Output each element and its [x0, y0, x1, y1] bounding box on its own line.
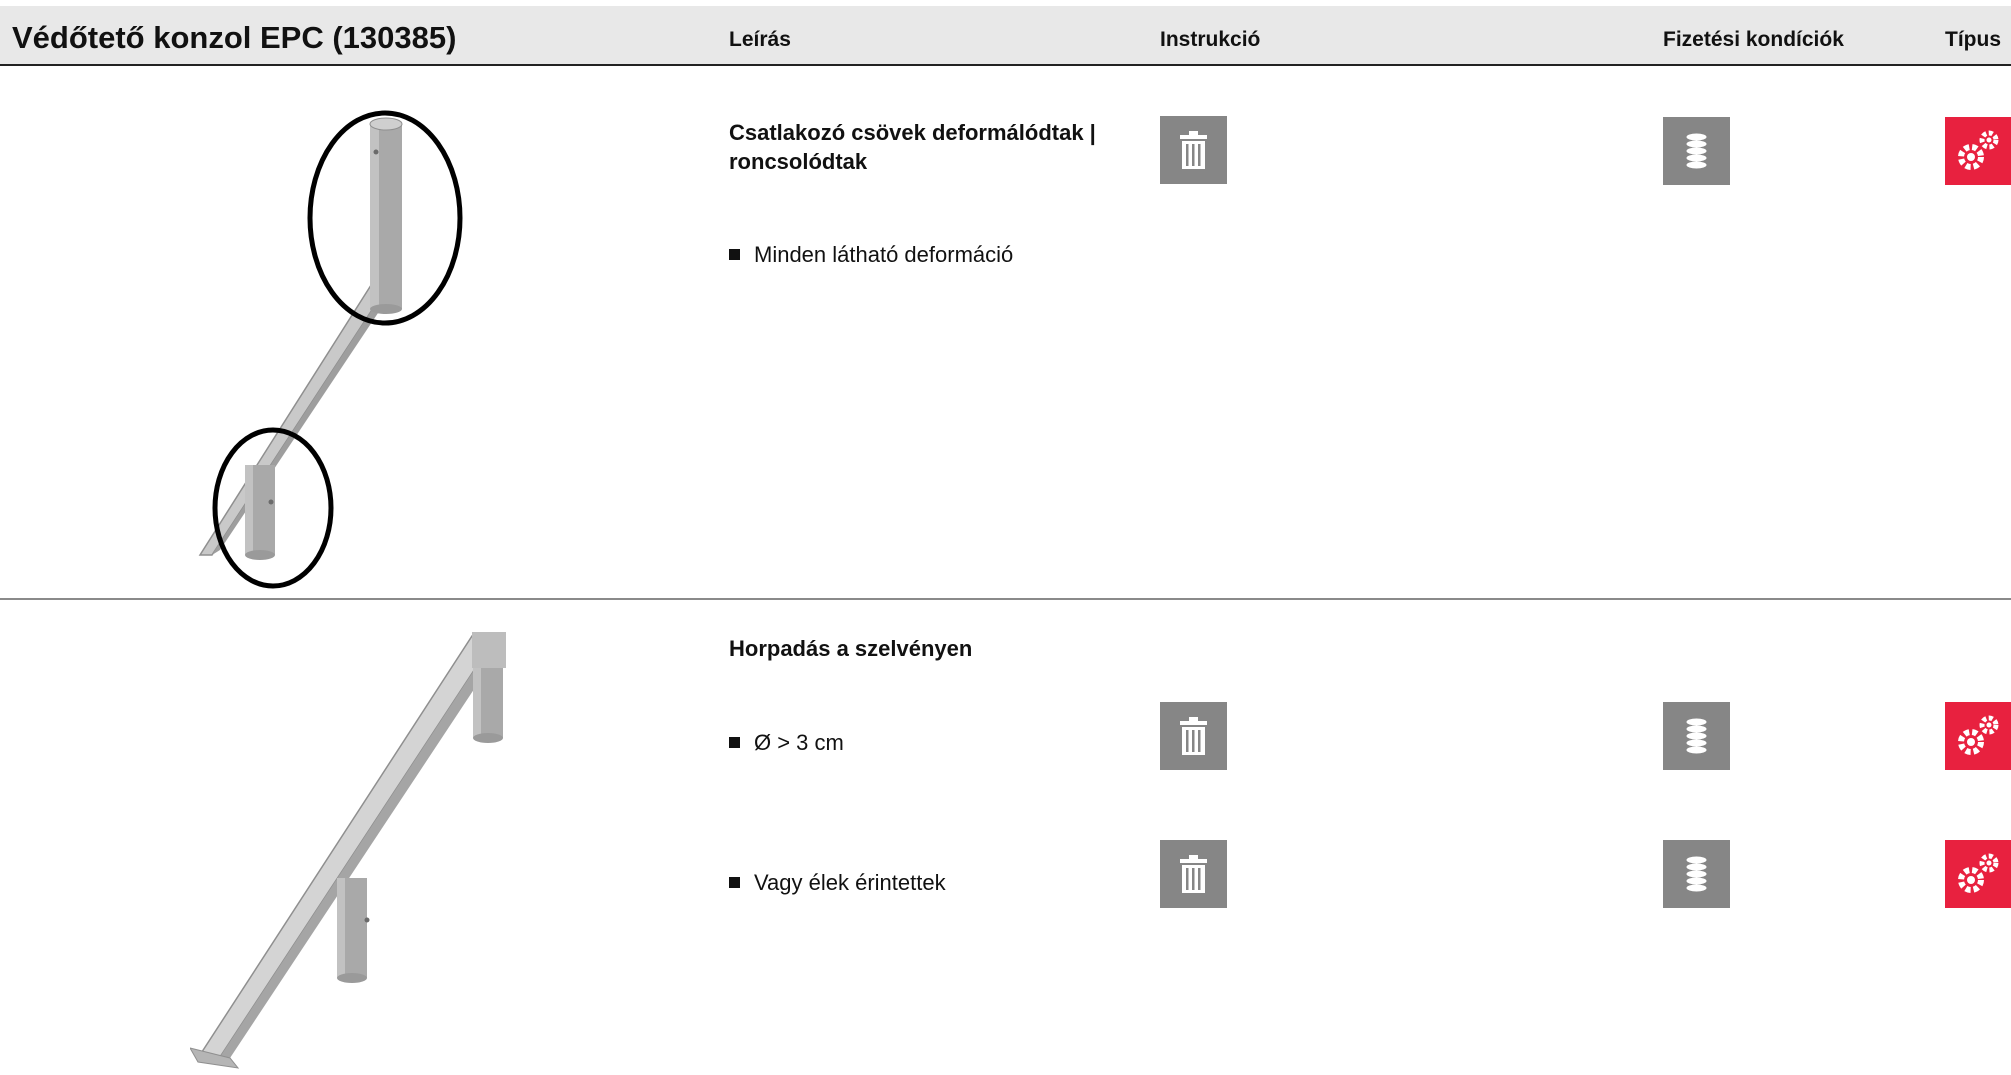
section-1-heading-line2: roncsolódtak — [729, 149, 868, 174]
coins-icon — [1663, 840, 1730, 908]
bullet-square-icon — [729, 877, 740, 888]
row-divider — [0, 598, 2011, 600]
gears-icon — [1945, 702, 2011, 770]
section-2-heading: Horpadás a szelvényen — [729, 636, 973, 661]
section-2-bullet-1: Ø > 3 cm — [729, 730, 844, 756]
column-header-type: Típus — [1945, 28, 2001, 51]
column-header-instruction: Instrukció — [1160, 28, 1261, 51]
dented-profile-illustration — [190, 632, 506, 1069]
coins-icon — [1663, 702, 1730, 770]
trash-icon — [1160, 116, 1227, 184]
section-1-heading: Csatlakozó csövek deformálódtak | roncso… — [729, 118, 1096, 176]
section-1-bullet-1-text: Minden látható deformáció — [754, 242, 1014, 267]
bullet-square-icon — [729, 737, 740, 748]
section-2-bullet-2: Vagy élek érintettek — [729, 870, 946, 896]
gears-icon — [1945, 117, 2011, 185]
coins-icon — [1663, 117, 1730, 185]
trash-icon — [1160, 702, 1227, 770]
connector-tubes-illustration — [198, 110, 463, 589]
section-1-heading-line1: Csatlakozó csövek deformálódtak | — [729, 120, 1096, 145]
page-title: Védőtető konzol EPC (130385) — [12, 20, 457, 55]
section-2-bullet-1-text: Ø > 3 cm — [754, 730, 844, 755]
section-1-bullet-1: Minden látható deformáció — [729, 242, 1013, 268]
bullet-square-icon — [729, 249, 740, 260]
column-header-description: Leírás — [729, 28, 791, 51]
column-header-payment: Fizetési kondíciók — [1663, 28, 1844, 51]
trash-icon — [1160, 840, 1227, 908]
section-2-bullet-2-text: Vagy élek érintettek — [754, 870, 946, 895]
gears-icon — [1945, 840, 2011, 908]
table-header: Védőtető konzol EPC (130385) Leírás Inst… — [0, 6, 2011, 66]
